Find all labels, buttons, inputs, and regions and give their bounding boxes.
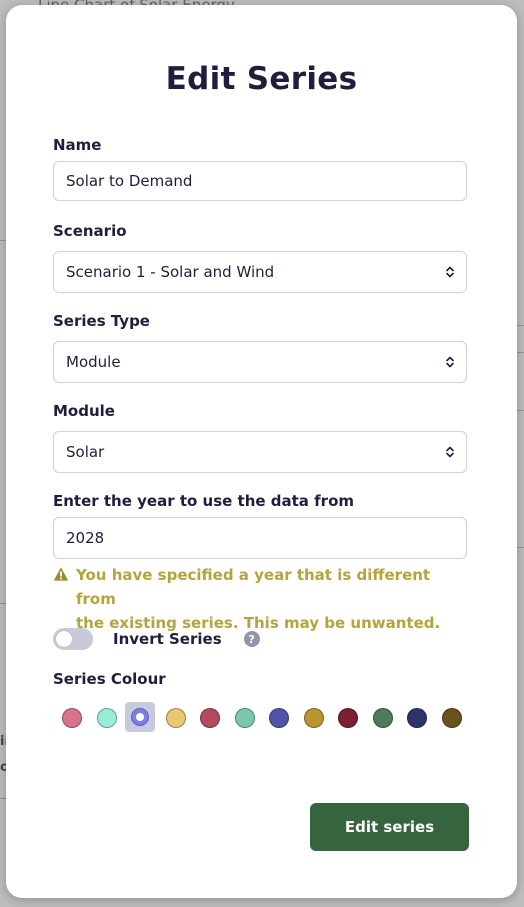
module-label: Module [53, 402, 115, 420]
colour-swatch[interactable] [269, 708, 289, 728]
series-colour-label: Series Colour [53, 670, 166, 688]
background-divider [517, 547, 524, 548]
colour-swatch-selected [131, 708, 149, 726]
modal-title: Edit Series [165, 61, 358, 97]
year-input-value: 2028 [66, 529, 105, 547]
colour-swatch[interactable] [165, 708, 186, 728]
colour-swatch[interactable] [407, 708, 427, 728]
year-input[interactable]: 2028 [53, 517, 467, 559]
colour-swatch[interactable] [125, 702, 155, 732]
colour-swatch[interactable] [62, 708, 82, 728]
series-type-select-value: Module [66, 353, 121, 371]
invert-series-row: Invert Series ? [53, 627, 260, 651]
warning-text: You have specified a year that is differ… [76, 563, 473, 635]
scenario-select-value: Scenario 1 - Solar and Wind [66, 263, 275, 281]
colour-swatch[interactable] [372, 708, 393, 728]
colour-swatch[interactable] [234, 708, 255, 728]
background-divider [517, 352, 524, 353]
invert-series-label: Invert Series [113, 630, 222, 648]
select-arrows-icon [446, 266, 454, 278]
question-circle-icon[interactable]: ? [243, 631, 260, 647]
series-type-select[interactable]: Module [53, 341, 467, 383]
colour-swatch[interactable] [303, 708, 324, 728]
edit-series-button[interactable]: Edit series [310, 803, 469, 851]
background-divider [517, 410, 524, 411]
module-select[interactable]: Solar [53, 431, 467, 473]
name-input[interactable]: Solar to Demand [53, 161, 467, 201]
warning-line: You have specified a year that is differ… [76, 566, 431, 608]
name-input-value: Solar to Demand [66, 172, 193, 190]
year-warning: You have specified a year that is differ… [53, 563, 473, 635]
scenario-select[interactable]: Scenario 1 - Solar and Wind [53, 251, 467, 293]
invert-series-toggle[interactable] [53, 628, 93, 650]
year-label: Enter the year to use the data from [53, 492, 355, 510]
colour-swatch[interactable] [441, 708, 462, 728]
toggle-knob [56, 631, 72, 647]
scenario-label: Scenario [53, 222, 127, 240]
module-select-value: Solar [66, 443, 105, 461]
colour-swatch[interactable] [96, 708, 117, 728]
colour-swatch[interactable] [200, 708, 220, 728]
selected-dot-icon [136, 713, 144, 721]
warning-triangle-icon [53, 566, 69, 582]
colour-swatch[interactable] [338, 708, 358, 728]
name-label: Name [53, 136, 102, 154]
select-arrows-icon [446, 446, 454, 458]
edit-series-modal: Edit Series Name Solar to Demand Scenari… [6, 5, 517, 898]
background-divider [517, 325, 524, 326]
series-type-label: Series Type [53, 312, 150, 330]
select-arrows-icon [446, 356, 454, 368]
